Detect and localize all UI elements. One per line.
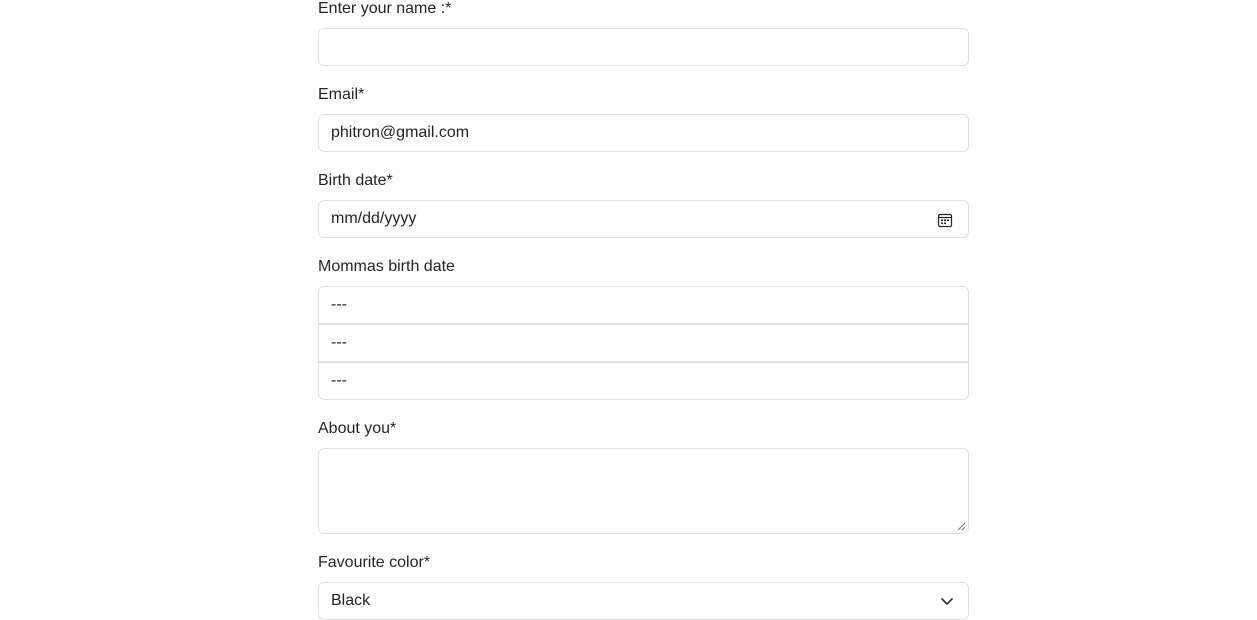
name-label: Enter your name :* bbox=[318, 0, 452, 17]
mommas-birth-year-select[interactable]: --- bbox=[318, 362, 969, 400]
chevron-down-icon bbox=[941, 598, 953, 605]
mommas-birth-day-select[interactable]: --- bbox=[318, 324, 969, 362]
resize-grip-icon[interactable] bbox=[957, 522, 966, 531]
birth-date-placeholder: mm/dd/yyyy bbox=[331, 210, 417, 227]
favourite-color-label: Favourite color* bbox=[318, 554, 431, 571]
favourite-color-select[interactable]: Black bbox=[318, 582, 969, 620]
about-label: About you* bbox=[318, 420, 397, 437]
email-label: Email* bbox=[318, 86, 365, 103]
about-textarea[interactable] bbox=[318, 448, 969, 534]
mommas-birth-month-value: --- bbox=[331, 296, 347, 313]
calendar-icon[interactable] bbox=[937, 212, 953, 228]
birth-date-label: Birth date* bbox=[318, 172, 393, 189]
mommas-birth-day-value: --- bbox=[331, 334, 347, 351]
birth-date-input[interactable]: mm/dd/yyyy bbox=[318, 200, 969, 238]
favourite-color-value: Black bbox=[331, 592, 371, 609]
mommas-birth-year-value: --- bbox=[331, 372, 347, 389]
name-input[interactable] bbox=[318, 28, 969, 66]
email-input-value: phitron@gmail.com bbox=[331, 124, 470, 141]
mommas-birth-month-select[interactable]: --- bbox=[318, 286, 969, 324]
email-input[interactable]: phitron@gmail.com bbox=[318, 114, 969, 152]
mommas-birth-date-label: Mommas birth date bbox=[318, 258, 455, 275]
